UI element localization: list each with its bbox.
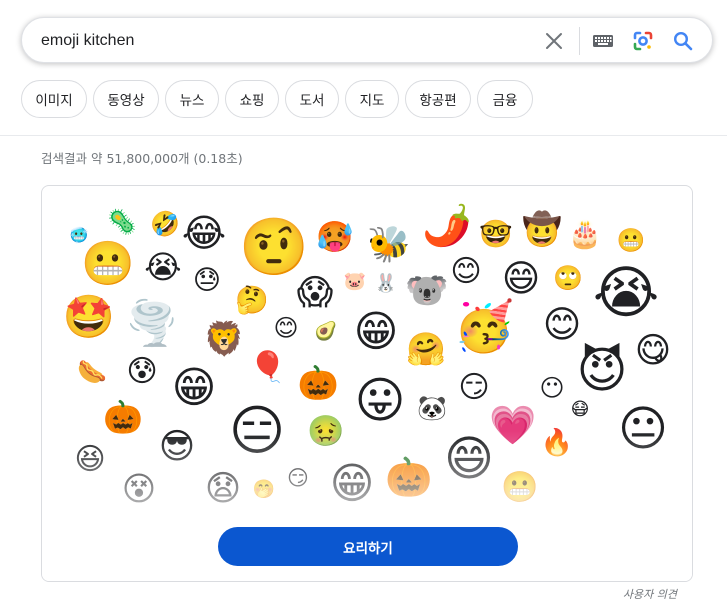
emoji-sticker[interactable]: 🎈 [248,348,288,388]
emoji-sticker[interactable]: 🐝 [366,222,412,268]
chip-flights[interactable]: 항공편 [405,80,471,118]
chip-news[interactable]: 뉴스 [165,80,219,118]
emoji-sticker[interactable]: 😂 [179,208,229,258]
search-bar-divider [579,27,580,55]
emoji-sticker[interactable]: 😓 [189,262,225,298]
feedback-link[interactable]: 사용자 의견 [623,586,677,602]
chip-images[interactable]: 이미지 [21,80,87,118]
emoji-sticker[interactable]: 😧 [200,466,246,512]
emoji-sticker[interactable]: 😬 [500,468,540,508]
emoji-sticker[interactable]: 🥑 [314,320,338,344]
emoji-sticker[interactable]: 🐷 [343,270,367,294]
google-lens-icon [633,31,653,51]
emoji-sticker[interactable]: 😬 [80,236,136,292]
emoji-sticker[interactable]: 😁 [348,304,404,360]
emoji-sticker[interactable]: 🌪️ [124,296,180,352]
search-bar [21,17,713,63]
emoji-sticker[interactable]: 😏 [284,464,312,492]
emoji-sticker[interactable]: 🤩 [62,290,116,344]
chip-videos[interactable]: 동영상 [93,80,159,118]
emoji-sticker[interactable]: 😛 [348,368,412,432]
emoji-sticker[interactable]: 😵 [117,466,161,510]
emoji-sticker[interactable]: 🌭 [76,356,108,388]
emoji-sticker[interactable]: 🥵 [315,218,355,258]
cook-button[interactable]: 요리하기 [218,527,518,566]
emoji-sticker[interactable]: 😷 [568,398,592,422]
emoji-sticker[interactable]: 😈 [570,338,634,402]
emoji-sticker[interactable]: 😁 [166,360,222,416]
emoji-sticker[interactable]: 🎃 [102,396,144,438]
emoji-sticker[interactable]: 🤭 [252,478,276,502]
emoji-sticker[interactable]: 🤢 [306,412,346,452]
emoji-sticker[interactable]: 😭 [142,246,184,288]
emoji-sticker[interactable]: 🦠 [106,206,138,238]
emoji-sticker[interactable]: 😊 [270,312,302,344]
keyboard-icon [593,35,613,47]
emoji-sticker[interactable]: 😑 [222,396,292,466]
emoji-sticker[interactable]: 🤔 [234,282,270,318]
emoji-sticker[interactable]: 😄 [438,428,500,490]
lens-button[interactable] [629,27,657,55]
emoji-sticker[interactable]: 🎂 [567,216,603,252]
emoji-sticker[interactable]: 😆 [70,440,110,480]
emoji-sticker[interactable]: 🐨 [404,268,450,314]
search-input[interactable] [41,30,521,52]
emoji-sticker[interactable]: 😬 [616,226,646,256]
chip-books[interactable]: 도서 [285,80,339,118]
emoji-sticker[interactable]: 🐼 [416,392,448,424]
emoji-sticker[interactable]: 🐰 [374,272,398,296]
emoji-sticker[interactable]: 🎃 [384,452,434,502]
emoji-sticker[interactable]: 😶 [536,372,568,404]
keyboard-button[interactable] [589,27,617,55]
search-button[interactable] [669,27,697,55]
emoji-sticker[interactable]: 🦁 [202,316,246,360]
emoji-sticker[interactable]: 🌶️ [421,200,473,252]
emoji-sticker[interactable]: 🤓 [478,216,514,252]
emoji-sticker[interactable]: 😁 [324,456,380,512]
emoji-sticker[interactable]: 🙄 [552,262,584,294]
emoji-sticker[interactable]: 🎃 [296,360,340,404]
result-stats: 검색결과 약 51,800,000개 (0.18초) [41,151,243,166]
close-icon [546,33,562,49]
emoji-sticker[interactable]: 🤠 [521,208,563,250]
emoji-sticker[interactable]: 😭 [589,256,663,330]
emoji-sticker[interactable]: 😰 [122,352,162,392]
emoji-sticker[interactable]: 😱 [292,270,338,316]
emoji-sticker[interactable]: 🥳 [452,294,516,358]
emoji-sticker[interactable]: 🤗 [405,328,447,370]
emoji-sticker[interactable]: 😋 [630,328,676,374]
chip-shopping[interactable]: 쇼핑 [225,80,279,118]
emoji-sticker[interactable]: 😐 [612,398,674,460]
header-divider [0,135,727,136]
chip-maps[interactable]: 지도 [345,80,399,118]
emoji-sticker[interactable]: 🤣 [149,208,181,240]
chip-finance[interactable]: 금융 [477,80,533,118]
emoji-sticker[interactable]: 😎 [154,424,200,470]
emoji-sticker[interactable]: 😊 [446,252,486,292]
clear-search-button[interactable] [540,27,568,55]
emoji-sticker[interactable]: 🔥 [540,426,574,460]
emoji-kitchen-card: 🥶 🦠 🤣 😂 🤨 🥵 🐝 🌶️ 🤓 🤠 🎂 😬 😬 😭 😓 🤔 😱 🐷 🐰 🐨… [41,185,693,582]
search-icon [673,31,693,51]
